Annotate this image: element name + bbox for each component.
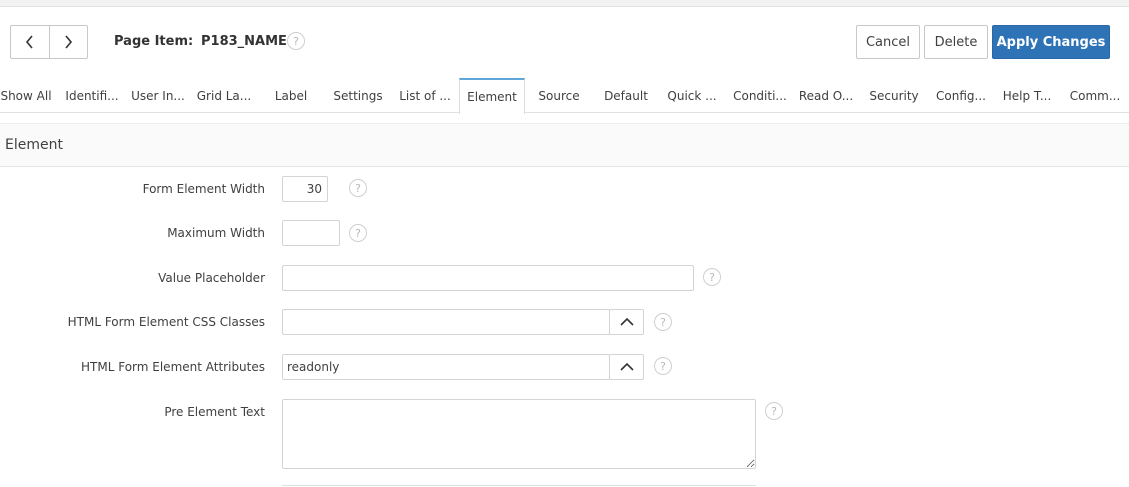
value-placeholder-input[interactable] <box>282 265 694 291</box>
page-item-label: Page Item: <box>114 34 194 49</box>
tab-conditions[interactable]: Conditi... <box>729 78 791 113</box>
tab-list-of-values[interactable]: List of ... <box>396 78 454 113</box>
value-placeholder-label: Value Placeholder <box>158 271 265 285</box>
css-classes-label: HTML Form Element CSS Classes <box>67 315 265 329</box>
maximum-width-input[interactable] <box>282 220 340 246</box>
tab-element[interactable]: Element <box>459 78 525 114</box>
tab-settings[interactable]: Settings <box>328 78 388 113</box>
tab-grid-layout[interactable]: Grid La... <box>194 78 254 113</box>
css-classes-picker-button[interactable] <box>609 309 644 335</box>
cancel-button[interactable]: Cancel <box>856 25 920 59</box>
maximum-width-label: Maximum Width <box>167 226 265 240</box>
attributes-input[interactable] <box>282 354 610 380</box>
tab-default[interactable]: Default <box>597 78 655 113</box>
tab-show-all[interactable]: Show All <box>0 78 52 113</box>
help-icon[interactable]: ? <box>287 32 305 50</box>
top-strip <box>0 0 1129 7</box>
chevron-left-icon <box>25 35 33 49</box>
help-icon[interactable]: ? <box>703 268 721 286</box>
next-field-edge <box>282 485 756 486</box>
tab-source[interactable]: Source <box>530 78 588 113</box>
help-icon[interactable]: ? <box>654 357 672 375</box>
previous-button[interactable] <box>11 26 49 58</box>
css-classes-input[interactable] <box>282 309 610 335</box>
help-icon[interactable]: ? <box>349 224 367 242</box>
chevron-right-icon <box>65 35 73 49</box>
pre-element-text-textarea[interactable] <box>282 399 756 469</box>
tab-read-only[interactable]: Read O... <box>797 78 855 113</box>
page-item-name: P183_NAME <box>201 34 287 49</box>
tab-user-interface[interactable]: User In... <box>128 78 188 113</box>
tab-security[interactable]: Security <box>864 78 924 113</box>
help-icon[interactable]: ? <box>765 402 783 420</box>
chevron-up-icon <box>619 362 634 371</box>
delete-button[interactable]: Delete <box>924 25 988 59</box>
attributes-label: HTML Form Element Attributes <box>81 360 265 374</box>
form-element-width-label: Form Element Width <box>142 182 265 196</box>
tab-label[interactable]: Label <box>262 78 320 113</box>
tab-comments[interactable]: Comm... <box>1066 78 1124 113</box>
section-title: Element <box>5 137 63 153</box>
attributes-picker-button[interactable] <box>609 354 644 380</box>
help-icon[interactable]: ? <box>349 179 367 197</box>
tab-help-text[interactable]: Help T... <box>998 78 1056 113</box>
chevron-up-icon <box>619 317 634 326</box>
section-header: Element <box>0 123 1129 167</box>
pre-element-text-label: Pre Element Text <box>164 405 265 419</box>
help-icon[interactable]: ? <box>654 313 672 331</box>
tab-identification[interactable]: Identifi... <box>61 78 123 113</box>
form-element-width-input[interactable] <box>282 176 328 202</box>
property-tabs: Show All Identifi... User In... Grid La.… <box>0 78 1129 114</box>
apply-changes-button[interactable]: Apply Changes <box>992 25 1110 59</box>
tab-quick-picks[interactable]: Quick ... <box>664 78 720 113</box>
tab-configuration[interactable]: Config... <box>931 78 991 113</box>
record-navigation <box>10 25 88 59</box>
next-button[interactable] <box>48 26 88 58</box>
